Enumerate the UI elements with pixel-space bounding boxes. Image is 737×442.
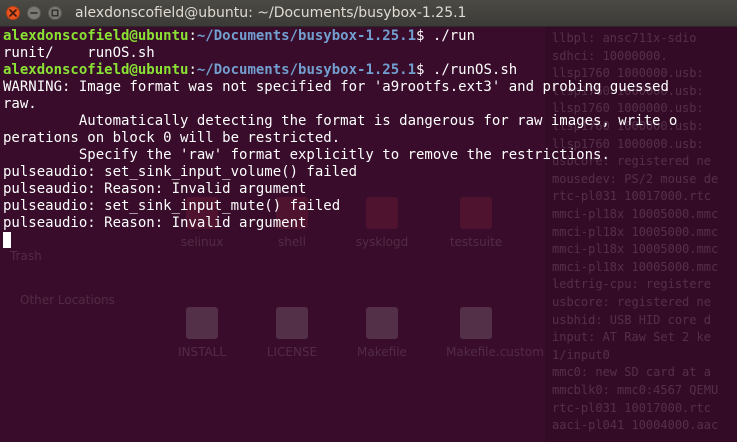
prompt-line: alexdonscofield@ubuntu:~/Documents/busyb… [3,62,518,78]
bg-file: LICENSE [262,307,322,359]
minimize-button[interactable] [27,6,41,20]
document-icon [276,307,308,339]
bg-file: INSTALL [172,307,232,359]
output-line: perations on block 0 will be restricted. [3,130,341,146]
bg-dmesg-line: aaci-pl041 10004000.aac [552,418,719,433]
bg-dmesg-line: input: AT Raw Set 2 ke [552,330,711,345]
bg-dmesg-line: mmcblk0: mmc0:4567 QEMU [552,383,719,397]
terminal-area[interactable]: Trash Other Locations selinux shell sysk… [0,27,737,442]
prompt-symbol: $ [416,62,433,78]
output-line: pulseaudio: set_sink_input_mute() failed [3,198,341,214]
document-icon [186,307,218,339]
bg-dmesg-line: 1/input0 [552,347,610,362]
bg-sidebar-other-locations: Other Locations [20,293,115,307]
output-line: pulseaudio: Reason: Invalid argument [3,215,307,231]
output-line: pulseaudio: set_sink_input_volume() fail… [3,164,358,180]
document-icon [460,307,492,339]
close-icon [9,9,17,17]
terminal-output: alexdonscofield@ubuntu:~/Documents/busyb… [3,28,735,249]
document-icon [366,307,398,339]
prompt-symbol: $ [416,28,433,44]
bg-dmesg-line: rtc-pl031 10017000.rtc [552,400,711,415]
output-line: pulseaudio: Reason: Invalid argument [3,181,307,197]
bg-dmesg-line: mmci-pl18x 10005000.mmc [552,259,719,274]
bg-dmesg-line: usbhid: USB HID core d [552,312,711,327]
bg-dmesg-line: mmc0: new SD card at a [552,365,711,380]
terminal-window: alexdonscofield@ubuntu: ~/Documents/busy… [0,0,737,442]
command-text: ./run [432,28,476,44]
bg-dmesg-line: usbcore: registered ne [552,295,711,309]
bg-file: Makefile [352,307,412,359]
command-text: ./runOS.sh [432,62,518,78]
input-line[interactable] [3,232,735,249]
output-line: Specify the 'raw' format explicitly to r… [3,147,610,163]
maximize-icon [51,9,59,17]
bg-file: Makefile.custom [446,307,544,359]
output-line: Automatically detecting the format is da… [3,113,678,129]
title-bar[interactable]: alexdonscofield@ubuntu: ~/Documents/busy… [0,0,737,27]
prompt-path: ~/Documents/busybox-1.25.1 [196,28,417,44]
prompt-user: alexdonscofield@ubuntu [3,28,189,44]
maximize-button[interactable] [48,6,62,20]
bg-sidebar-trash: Trash [10,249,42,263]
ls-output-line: runit/ runOS.sh [3,45,155,61]
close-button[interactable] [6,6,20,20]
text-cursor [3,232,11,248]
prompt-path: ~/Documents/busybox-1.25.1 [196,62,417,78]
minimize-icon [30,12,38,14]
bg-dmesg-line: ledtrig-cpu: registere [552,277,711,292]
output-line: raw. [3,96,37,112]
prompt-line: alexdonscofield@ubuntu:~/Documents/busyb… [3,28,476,44]
output-line: WARNING: Image format was not specified … [3,79,669,95]
prompt-user: alexdonscofield@ubuntu [3,62,189,78]
window-title: alexdonscofield@ubuntu: ~/Documents/busy… [75,5,467,21]
